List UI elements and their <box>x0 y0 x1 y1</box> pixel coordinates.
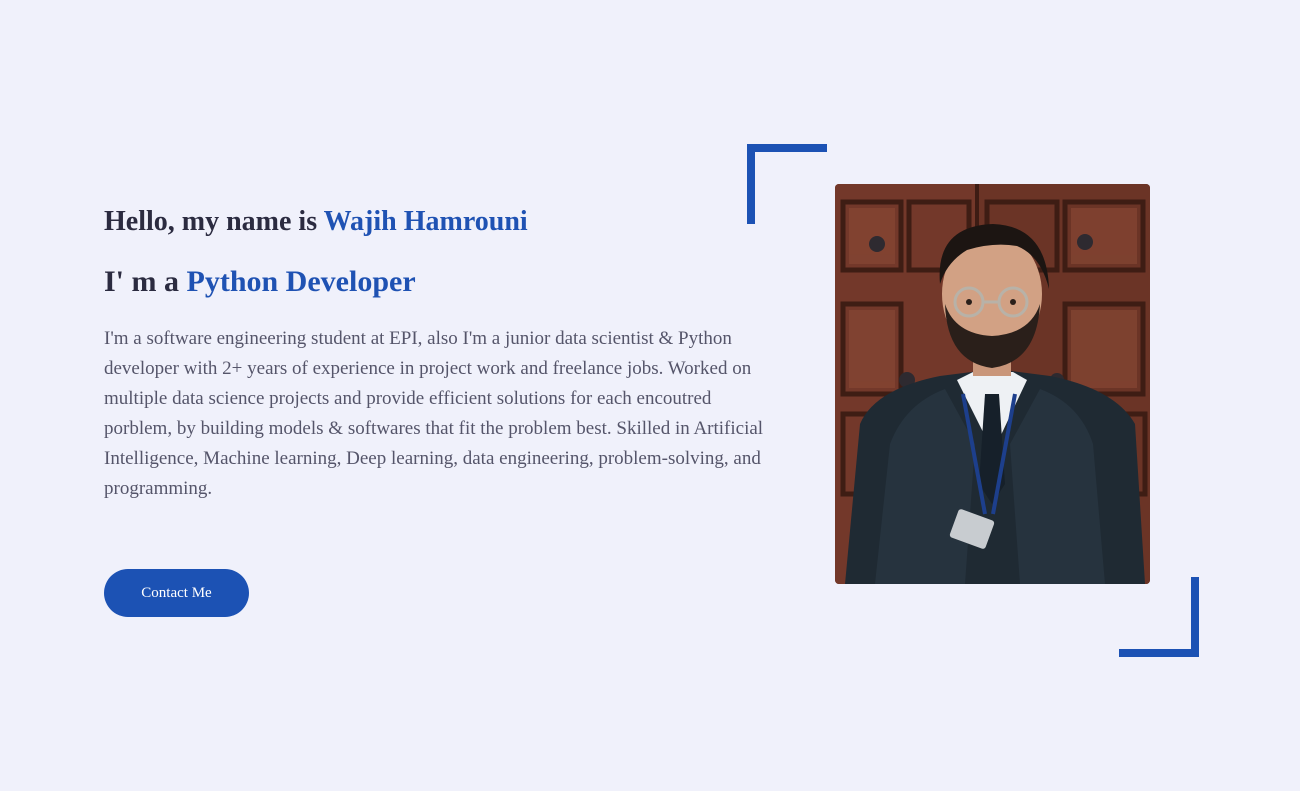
greeting-heading: Hello, my name is Wajih Hamrouni <box>104 203 764 241</box>
role-prefix: I' m a <box>104 265 187 298</box>
developer-name: Wajih Hamrouni <box>323 206 528 237</box>
role-title: Python Developer <box>186 265 416 298</box>
contact-me-button[interactable]: Contact Me <box>104 569 249 617</box>
profile-photo-illustration <box>835 184 1150 584</box>
hero-text: Hello, my name is Wajih Hamrouni I' m a … <box>104 203 764 504</box>
bio-paragraph: I'm a software engineering student at EP… <box>104 328 764 499</box>
greeting-prefix: Hello, my name is <box>104 206 324 237</box>
role-heading: I' m a Python Developer <box>104 263 764 301</box>
frame-corner-bottom-right <box>1119 577 1199 657</box>
profile-photo <box>835 184 1150 584</box>
frame-corner-top-left <box>747 144 827 224</box>
